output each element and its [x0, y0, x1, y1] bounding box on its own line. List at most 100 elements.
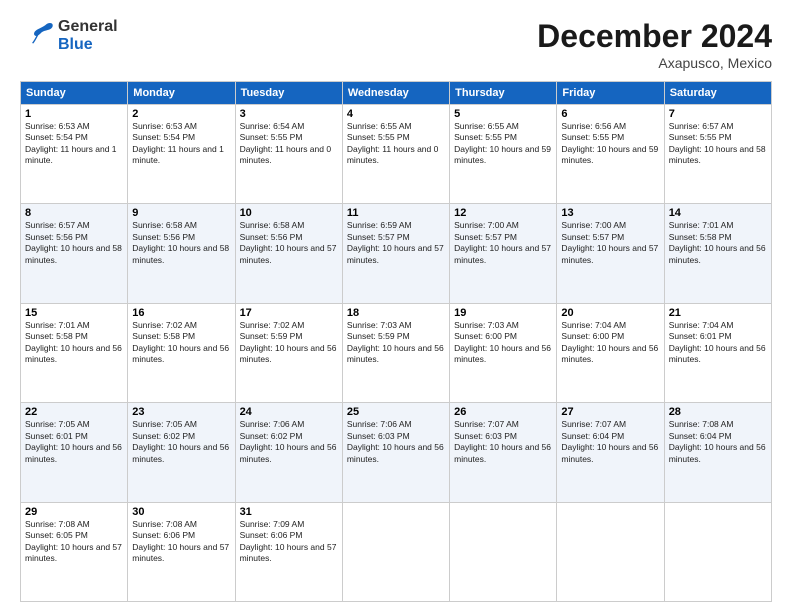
calendar-cell: 24 Sunrise: 7:06 AM Sunset: 6:02 PM Dayl… — [235, 403, 342, 502]
day-info: Sunrise: 6:59 AM Sunset: 5:57 PM Dayligh… — [347, 220, 445, 266]
day-info: Sunrise: 6:57 AM Sunset: 5:56 PM Dayligh… — [25, 220, 123, 266]
day-number: 12 — [454, 207, 552, 219]
day-number: 1 — [25, 108, 123, 120]
calendar-cell: 8 Sunrise: 6:57 AM Sunset: 5:56 PM Dayli… — [21, 204, 128, 303]
calendar-cell: 21 Sunrise: 7:04 AM Sunset: 6:01 PM Dayl… — [664, 303, 771, 402]
logo-blue-text: Blue — [58, 36, 118, 54]
logo-icon — [20, 18, 56, 54]
calendar-cell: 9 Sunrise: 6:58 AM Sunset: 5:56 PM Dayli… — [128, 204, 235, 303]
location: Axapusco, Mexico — [537, 55, 772, 71]
calendar-cell: 2 Sunrise: 6:53 AM Sunset: 5:54 PM Dayli… — [128, 105, 235, 204]
day-number: 27 — [561, 406, 659, 418]
calendar-cell: 26 Sunrise: 7:07 AM Sunset: 6:03 PM Dayl… — [450, 403, 557, 502]
calendar-cell: 1 Sunrise: 6:53 AM Sunset: 5:54 PM Dayli… — [21, 105, 128, 204]
day-info: Sunrise: 6:55 AM Sunset: 5:55 PM Dayligh… — [347, 121, 445, 167]
day-info: Sunrise: 7:08 AM Sunset: 6:06 PM Dayligh… — [132, 519, 230, 565]
calendar-cell: 29 Sunrise: 7:08 AM Sunset: 6:05 PM Dayl… — [21, 502, 128, 601]
week-row-4: 22 Sunrise: 7:05 AM Sunset: 6:01 PM Dayl… — [21, 403, 772, 502]
calendar-cell: 13 Sunrise: 7:00 AM Sunset: 5:57 PM Dayl… — [557, 204, 664, 303]
title-block: December 2024 Axapusco, Mexico — [537, 18, 772, 71]
calendar-table: Sunday Monday Tuesday Wednesday Thursday… — [20, 81, 772, 602]
day-header-row: Sunday Monday Tuesday Wednesday Thursday… — [21, 82, 772, 105]
day-number: 28 — [669, 406, 767, 418]
calendar-cell: 12 Sunrise: 7:00 AM Sunset: 5:57 PM Dayl… — [450, 204, 557, 303]
day-number: 2 — [132, 108, 230, 120]
day-number: 29 — [25, 506, 123, 518]
page: General Blue December 2024 Axapusco, Mex… — [0, 0, 792, 612]
day-number: 9 — [132, 207, 230, 219]
day-number: 23 — [132, 406, 230, 418]
day-number: 3 — [240, 108, 338, 120]
day-number: 26 — [454, 406, 552, 418]
day-info: Sunrise: 7:05 AM Sunset: 6:02 PM Dayligh… — [132, 419, 230, 465]
calendar-cell — [664, 502, 771, 601]
calendar-cell: 28 Sunrise: 7:08 AM Sunset: 6:04 PM Dayl… — [664, 403, 771, 502]
day-info: Sunrise: 7:00 AM Sunset: 5:57 PM Dayligh… — [454, 220, 552, 266]
day-info: Sunrise: 6:55 AM Sunset: 5:55 PM Dayligh… — [454, 121, 552, 167]
day-number: 8 — [25, 207, 123, 219]
day-number: 17 — [240, 307, 338, 319]
day-number: 22 — [25, 406, 123, 418]
week-row-1: 1 Sunrise: 6:53 AM Sunset: 5:54 PM Dayli… — [21, 105, 772, 204]
day-number: 30 — [132, 506, 230, 518]
calendar-cell: 31 Sunrise: 7:09 AM Sunset: 6:06 PM Dayl… — [235, 502, 342, 601]
header: General Blue December 2024 Axapusco, Mex… — [20, 18, 772, 71]
header-thursday: Thursday — [450, 82, 557, 105]
day-info: Sunrise: 7:05 AM Sunset: 6:01 PM Dayligh… — [25, 419, 123, 465]
day-info: Sunrise: 7:01 AM Sunset: 5:58 PM Dayligh… — [25, 320, 123, 366]
day-info: Sunrise: 7:08 AM Sunset: 6:05 PM Dayligh… — [25, 519, 123, 565]
calendar-cell — [450, 502, 557, 601]
day-info: Sunrise: 7:02 AM Sunset: 5:59 PM Dayligh… — [240, 320, 338, 366]
day-info: Sunrise: 7:08 AM Sunset: 6:04 PM Dayligh… — [669, 419, 767, 465]
calendar-cell: 6 Sunrise: 6:56 AM Sunset: 5:55 PM Dayli… — [557, 105, 664, 204]
calendar-cell: 27 Sunrise: 7:07 AM Sunset: 6:04 PM Dayl… — [557, 403, 664, 502]
day-info: Sunrise: 7:03 AM Sunset: 5:59 PM Dayligh… — [347, 320, 445, 366]
day-info: Sunrise: 7:01 AM Sunset: 5:58 PM Dayligh… — [669, 220, 767, 266]
day-info: Sunrise: 6:54 AM Sunset: 5:55 PM Dayligh… — [240, 121, 338, 167]
day-number: 19 — [454, 307, 552, 319]
day-number: 18 — [347, 307, 445, 319]
day-info: Sunrise: 6:53 AM Sunset: 5:54 PM Dayligh… — [25, 121, 123, 167]
day-info: Sunrise: 6:58 AM Sunset: 5:56 PM Dayligh… — [240, 220, 338, 266]
calendar-cell: 7 Sunrise: 6:57 AM Sunset: 5:55 PM Dayli… — [664, 105, 771, 204]
calendar-cell: 16 Sunrise: 7:02 AM Sunset: 5:58 PM Dayl… — [128, 303, 235, 402]
calendar-cell: 3 Sunrise: 6:54 AM Sunset: 5:55 PM Dayli… — [235, 105, 342, 204]
calendar-cell: 30 Sunrise: 7:08 AM Sunset: 6:06 PM Dayl… — [128, 502, 235, 601]
header-sunday: Sunday — [21, 82, 128, 105]
day-number: 5 — [454, 108, 552, 120]
day-info: Sunrise: 7:06 AM Sunset: 6:02 PM Dayligh… — [240, 419, 338, 465]
calendar-cell: 19 Sunrise: 7:03 AM Sunset: 6:00 PM Dayl… — [450, 303, 557, 402]
week-row-5: 29 Sunrise: 7:08 AM Sunset: 6:05 PM Dayl… — [21, 502, 772, 601]
day-info: Sunrise: 7:09 AM Sunset: 6:06 PM Dayligh… — [240, 519, 338, 565]
logo: General Blue — [20, 18, 118, 54]
calendar-cell: 20 Sunrise: 7:04 AM Sunset: 6:00 PM Dayl… — [557, 303, 664, 402]
day-number: 10 — [240, 207, 338, 219]
day-number: 6 — [561, 108, 659, 120]
day-info: Sunrise: 7:07 AM Sunset: 6:03 PM Dayligh… — [454, 419, 552, 465]
calendar-cell: 23 Sunrise: 7:05 AM Sunset: 6:02 PM Dayl… — [128, 403, 235, 502]
calendar-cell: 4 Sunrise: 6:55 AM Sunset: 5:55 PM Dayli… — [342, 105, 449, 204]
calendar-cell: 14 Sunrise: 7:01 AM Sunset: 5:58 PM Dayl… — [664, 204, 771, 303]
logo-general: General — [58, 18, 118, 36]
header-friday: Friday — [557, 82, 664, 105]
calendar-cell: 15 Sunrise: 7:01 AM Sunset: 5:58 PM Dayl… — [21, 303, 128, 402]
calendar-cell: 5 Sunrise: 6:55 AM Sunset: 5:55 PM Dayli… — [450, 105, 557, 204]
day-number: 31 — [240, 506, 338, 518]
header-monday: Monday — [128, 82, 235, 105]
day-info: Sunrise: 7:06 AM Sunset: 6:03 PM Dayligh… — [347, 419, 445, 465]
calendar-cell: 18 Sunrise: 7:03 AM Sunset: 5:59 PM Dayl… — [342, 303, 449, 402]
logo-texts: General Blue — [58, 18, 118, 53]
day-number: 15 — [25, 307, 123, 319]
day-info: Sunrise: 7:03 AM Sunset: 6:00 PM Dayligh… — [454, 320, 552, 366]
calendar-cell: 10 Sunrise: 6:58 AM Sunset: 5:56 PM Dayl… — [235, 204, 342, 303]
day-info: Sunrise: 7:04 AM Sunset: 6:00 PM Dayligh… — [561, 320, 659, 366]
day-number: 14 — [669, 207, 767, 219]
day-info: Sunrise: 7:00 AM Sunset: 5:57 PM Dayligh… — [561, 220, 659, 266]
day-info: Sunrise: 6:56 AM Sunset: 5:55 PM Dayligh… — [561, 121, 659, 167]
week-row-2: 8 Sunrise: 6:57 AM Sunset: 5:56 PM Dayli… — [21, 204, 772, 303]
day-info: Sunrise: 7:02 AM Sunset: 5:58 PM Dayligh… — [132, 320, 230, 366]
day-number: 25 — [347, 406, 445, 418]
day-number: 16 — [132, 307, 230, 319]
day-info: Sunrise: 6:57 AM Sunset: 5:55 PM Dayligh… — [669, 121, 767, 167]
day-number: 7 — [669, 108, 767, 120]
